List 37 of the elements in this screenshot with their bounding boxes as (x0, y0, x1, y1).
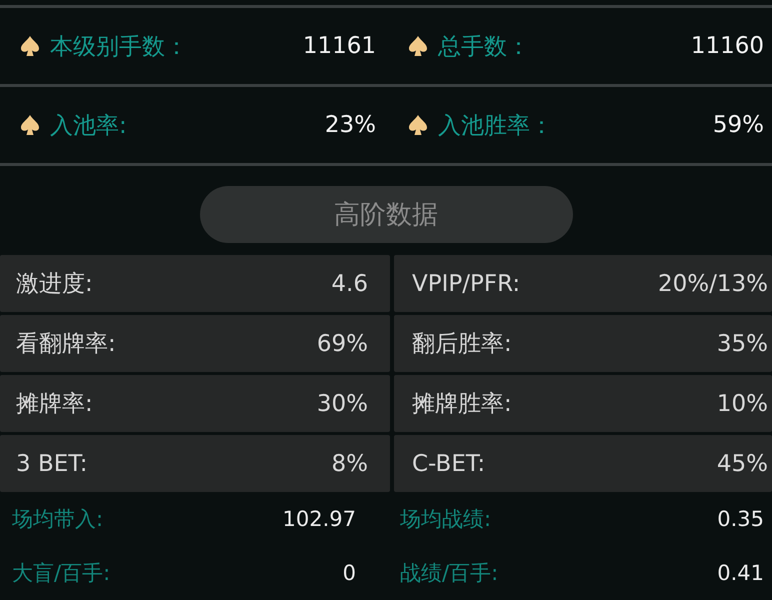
stat-label: 3 BET: (16, 450, 88, 476)
stat-value: 30% (316, 390, 368, 416)
spade-icon (408, 114, 428, 136)
stat-label: 本级别手数： (50, 32, 188, 62)
stat-label: C-BET: (412, 450, 486, 476)
stat-label: 入池胜率： (438, 112, 553, 140)
stat-label: 场均带入: (12, 506, 104, 533)
stat-value: 4.6 (331, 270, 368, 296)
stat-value: 35% (716, 330, 768, 356)
stat-value: 69% (316, 330, 368, 356)
stat-label: 总手数： (438, 32, 530, 62)
stat-value: 45% (716, 450, 768, 476)
stat-value: 59% (712, 112, 764, 138)
stat-value: 102.97 (282, 507, 356, 531)
stat-label: 大盲/百手: (12, 560, 110, 587)
spade-icon (408, 35, 428, 57)
stat-value: 11160 (690, 33, 764, 59)
stat-value: 0 (342, 561, 356, 585)
stat-label: 看翻牌率: (16, 330, 116, 359)
stat-value: 11161 (302, 33, 376, 59)
stat-value: 23% (324, 112, 376, 138)
stat-label: VPIP/PFR: (412, 270, 520, 296)
spade-icon (20, 114, 40, 136)
stat-label: 激进度: (16, 270, 93, 299)
stat-value: 10% (716, 390, 768, 416)
stat-value: 0.41 (717, 561, 764, 585)
stat-value: 20%/13% (658, 270, 768, 296)
stat-label: 翻后胜率: (412, 330, 512, 359)
advanced-data-button[interactable]: 高阶数据 (200, 186, 572, 243)
stat-label: 入池率: (50, 112, 127, 140)
stat-value: 8% (332, 450, 368, 476)
spade-icon (20, 35, 40, 57)
stat-label: 战绩/百手: (400, 560, 498, 587)
stat-label: 摊牌率: (16, 390, 93, 419)
stat-label: 场均战绩: (400, 506, 492, 533)
stat-label: 摊牌胜率: (412, 390, 512, 419)
stat-value: 0.35 (717, 507, 764, 531)
